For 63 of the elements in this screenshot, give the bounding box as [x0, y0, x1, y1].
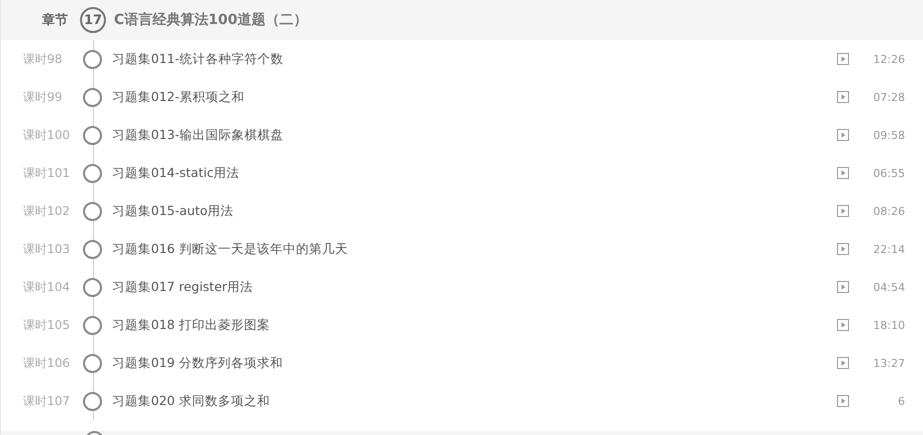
lesson-number: 课时99	[22, 88, 64, 106]
lesson-row[interactable]: 课时99 习题集012-累积项之和 07:28	[1, 78, 923, 116]
lesson-row[interactable]: 课时101 习题集014-static用法 06:55	[1, 154, 923, 192]
progress-circle-icon	[83, 240, 102, 258]
progress-circle-icon	[83, 126, 102, 144]
lesson-row[interactable]: 课时105 习题集018 打印出菱形图案 18:10	[1, 306, 923, 344]
lesson-duration: 12:26	[872, 52, 906, 66]
video-icon	[837, 53, 849, 65]
progress-circle-icon	[83, 278, 102, 296]
lesson-duration: 04:54	[872, 280, 906, 294]
lesson-number: 课时98	[22, 50, 64, 68]
lesson-row[interactable]: 课时107 习题集020 求同数多项之和 6	[1, 382, 923, 420]
lesson-row[interactable]: 课时98 习题集011-统计各种字符个数 12:26	[1, 40, 923, 78]
lesson-title: 习题集020 求同数多项之和	[112, 392, 271, 410]
progress-circle-icon	[83, 50, 102, 68]
lesson-row[interactable]: 课时102 习题集015-auto用法 08:26	[1, 192, 923, 230]
progress-circle-icon	[83, 164, 102, 182]
lesson-duration: 13:27	[872, 356, 906, 370]
lesson-row[interactable]: 课时100 习题集013-输出国际象棋棋盘 09:58	[1, 116, 923, 154]
lesson-duration: 08:26	[872, 204, 906, 218]
video-icon	[837, 395, 849, 407]
progress-circle-icon	[83, 316, 102, 334]
lesson-title: 习题集013-输出国际象棋棋盘	[112, 126, 284, 144]
lesson-duration: 18:10	[872, 318, 906, 332]
lesson-row[interactable]: 课时103 习题集016 判断这一天是该年中的第几天 22:14	[1, 230, 923, 268]
video-icon	[837, 167, 849, 179]
lesson-number: 课时100	[22, 126, 71, 144]
video-icon	[837, 205, 849, 217]
lesson-title: 习题集018 打印出菱形图案	[112, 316, 271, 334]
chapter-number: 17	[80, 7, 106, 33]
video-icon	[837, 281, 849, 293]
lesson-title: 习题集014-static用法	[112, 164, 241, 182]
lesson-duration: 06:55	[872, 166, 906, 180]
lesson-duration: 09:58	[872, 128, 906, 142]
lesson-number: 课时107	[22, 392, 71, 410]
lesson-title: 习题集012-累积项之和	[112, 88, 246, 106]
video-icon	[837, 357, 849, 369]
video-icon	[837, 129, 849, 141]
lesson-duration: 22:14	[872, 242, 906, 256]
lesson-number: 课时104	[22, 278, 71, 296]
lesson-row[interactable]: 课时104 习题集017 register用法 04:54	[1, 268, 923, 306]
lesson-duration: 6	[897, 394, 906, 408]
lesson-number: 课时103	[22, 240, 71, 258]
lesson-duration: 07:28	[872, 90, 906, 104]
video-icon	[837, 319, 849, 331]
video-icon	[837, 243, 849, 255]
lesson-number: 课时106	[22, 354, 71, 372]
chapter-label: 章节	[41, 12, 68, 29]
lesson-row[interactable]: 课时106 习题集019 分数序列各项求和 13:27	[1, 344, 923, 382]
progress-circle-icon	[83, 392, 102, 410]
lesson-number: 课时102	[22, 202, 71, 220]
video-icon	[837, 91, 849, 103]
lesson-number: 课时101	[22, 164, 71, 182]
progress-circle-icon	[83, 354, 102, 372]
lesson-title: 习题集011-统计各种字符个数	[112, 50, 284, 68]
lesson-title: 习题集015-auto用法	[112, 202, 235, 220]
lesson-title: 习题集017 register用法	[112, 278, 254, 296]
progress-circle-icon	[83, 202, 102, 220]
progress-circle-icon	[83, 88, 102, 106]
lesson-title: 习题集019 分数序列各项求和	[112, 354, 284, 372]
chapter-title: C语言经典算法100道题（二）	[114, 11, 308, 29]
lesson-title: 习题集016 判断这一天是该年中的第几天	[112, 240, 349, 258]
lesson-number: 课时105	[22, 316, 71, 334]
